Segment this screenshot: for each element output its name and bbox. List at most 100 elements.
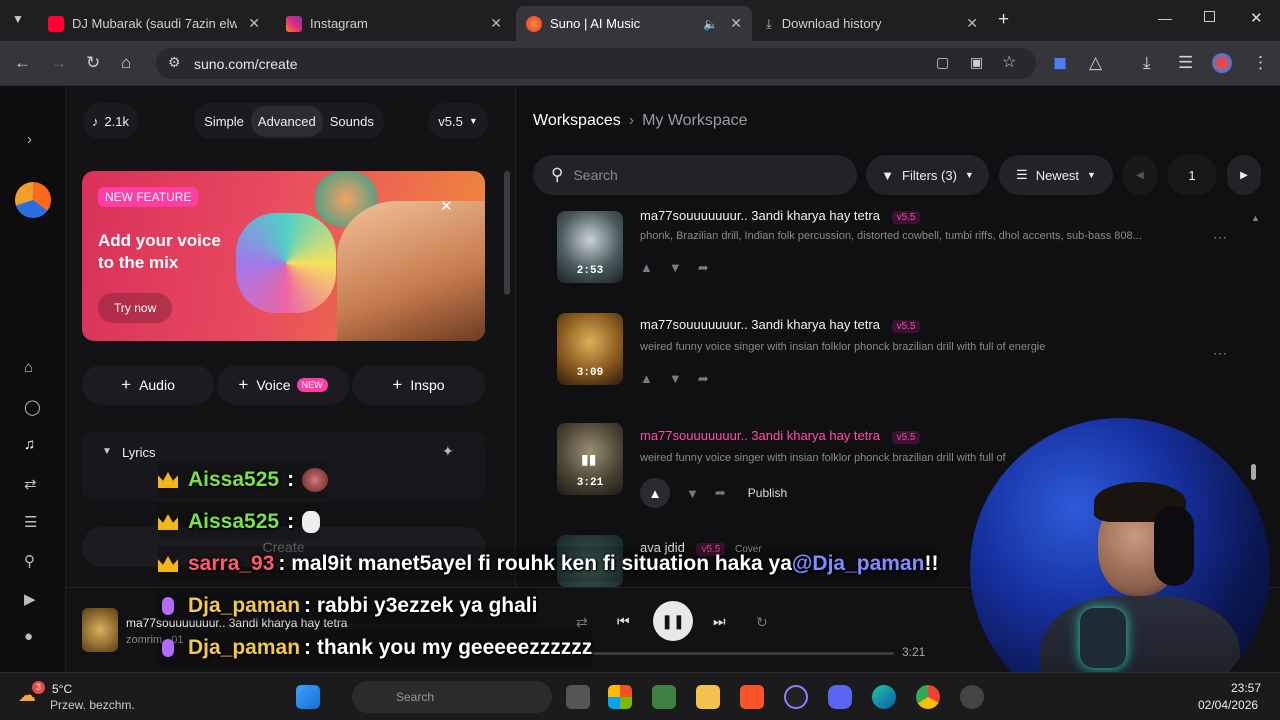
- expand-sidebar-icon[interactable]: ›: [27, 131, 32, 148]
- mode-advanced[interactable]: Advanced: [250, 105, 323, 137]
- credits-pill[interactable]: ♪ 2.1k: [83, 103, 138, 139]
- home-icon[interactable]: ⌂: [24, 359, 33, 376]
- chrome-icon[interactable]: [916, 685, 940, 709]
- tab-instagram[interactable]: Instagram ✕: [276, 6, 512, 41]
- close-icon[interactable]: ✕: [440, 197, 453, 215]
- clock-date[interactable]: 02/04/2026: [1198, 698, 1258, 712]
- song-row[interactable]: 3:09 ma77souuuuuuur.. 3andi kharya hay t…: [557, 313, 1257, 403]
- previous-icon[interactable]: ⏮: [617, 613, 630, 630]
- sort-button[interactable]: ☰ Newest ▼: [999, 155, 1113, 195]
- edge-icon[interactable]: [872, 685, 896, 709]
- workspace-scrollbar[interactable]: [1251, 464, 1256, 480]
- more-options-icon[interactable]: ⋯: [1213, 345, 1227, 362]
- song-cover[interactable]: 3:09: [557, 313, 623, 385]
- tab-suno[interactable]: Suno | AI Music 🔈 ✕: [516, 6, 752, 41]
- add-voice-button[interactable]: + Voice NEW: [217, 365, 349, 405]
- close-icon[interactable]: ✕: [490, 15, 502, 32]
- widgets-icon[interactable]: [608, 685, 632, 709]
- breadcrumb-workspaces[interactable]: Workspaces: [533, 112, 621, 130]
- song-title[interactable]: ma77souuuuuuur.. 3andi kharya hay tetra …: [640, 428, 921, 444]
- share-icon[interactable]: ➦: [698, 260, 709, 276]
- mode-simple[interactable]: Simple: [197, 114, 251, 129]
- publish-button[interactable]: Publish: [748, 486, 787, 500]
- song-row[interactable]: 2:53 ma77souuuuuuur.. 3andi kharya hay t…: [557, 207, 1257, 297]
- add-inspo-button[interactable]: + Inspo: [352, 365, 485, 405]
- close-icon[interactable]: ✕: [966, 15, 978, 32]
- address-bar[interactable]: ⚙ suno.com/create ▢ ▣ ☆: [156, 48, 1036, 79]
- try-now-button[interactable]: Try now: [98, 293, 173, 323]
- explore-icon[interactable]: ◯: [24, 398, 41, 416]
- like-icon[interactable]: ▲: [640, 260, 653, 276]
- pause-button[interactable]: ❚❚: [653, 601, 693, 641]
- notifications-icon[interactable]: ●: [24, 628, 33, 645]
- studio-icon[interactable]: ⇄: [24, 475, 37, 493]
- downloads-icon[interactable]: ⤓: [1143, 53, 1151, 73]
- create-icon[interactable]: ♫: [24, 436, 35, 453]
- scroll-up-icon[interactable]: ▲: [1251, 213, 1260, 223]
- repeat-icon[interactable]: ↻: [756, 614, 768, 631]
- song-cover[interactable]: 2:53: [557, 211, 623, 283]
- add-audio-button[interactable]: + Audio: [82, 365, 214, 405]
- restore-button[interactable]: [1204, 11, 1215, 22]
- library-icon[interactable]: ☰: [24, 513, 37, 531]
- close-icon[interactable]: ✕: [730, 15, 742, 32]
- version-select[interactable]: v5.5 ▼: [428, 103, 488, 139]
- discord-icon[interactable]: [828, 685, 852, 709]
- search-input[interactable]: ⚲ Search: [533, 155, 857, 195]
- progress-track[interactable]: [586, 652, 894, 655]
- dislike-icon[interactable]: ▼: [669, 260, 682, 276]
- create-panel-scrollbar[interactable]: [504, 171, 510, 295]
- share-icon[interactable]: ➦: [715, 485, 726, 501]
- more-options-icon[interactable]: ⋯: [1213, 229, 1227, 246]
- prev-page-button[interactable]: ◀: [1123, 155, 1157, 195]
- song-cover[interactable]: ▮▮ 3:21: [557, 423, 623, 495]
- new-tab-button[interactable]: +: [998, 9, 1009, 31]
- site-info-icon[interactable]: ⚙: [168, 54, 181, 71]
- brave-icon[interactable]: [740, 685, 764, 709]
- close-window-button[interactable]: ✕: [1250, 9, 1263, 27]
- tab-download-history[interactable]: ⤓ Download history ✕: [756, 6, 988, 41]
- bookmark-star-icon[interactable]: ☆: [1002, 52, 1016, 72]
- next-page-button[interactable]: ▶: [1227, 155, 1261, 195]
- like-icon[interactable]: ▲: [640, 478, 670, 508]
- next-icon[interactable]: ⏭: [713, 613, 726, 630]
- taskbar-search-box[interactable]: Search: [352, 681, 552, 713]
- profile-avatar[interactable]: [1212, 53, 1232, 73]
- media-control-icon[interactable]: ☰: [1178, 53, 1193, 73]
- suno-logo[interactable]: [15, 182, 51, 218]
- now-playing-cover[interactable]: [82, 608, 118, 652]
- tab-youtube[interactable]: DJ Mubarak (saudi 7azin elwat) ✕: [38, 6, 270, 41]
- dislike-icon[interactable]: ▼: [669, 371, 682, 387]
- clock-time[interactable]: 23:57: [1231, 681, 1261, 695]
- filters-button[interactable]: ▼ Filters (3) ▼: [866, 155, 989, 195]
- chevron-down-icon[interactable]: ▼: [102, 446, 112, 457]
- browser-menu-icon[interactable]: ⋮: [1252, 53, 1269, 73]
- camera-off-icon[interactable]: ▢: [936, 54, 949, 71]
- minimize-button[interactable]: —: [1158, 10, 1172, 26]
- reload-icon[interactable]: ↻: [86, 53, 100, 73]
- share-icon[interactable]: ➦: [698, 371, 709, 387]
- forward-icon[interactable]: →: [50, 53, 67, 73]
- speaker-icon[interactable]: 🔈: [703, 17, 718, 31]
- magic-wand-icon[interactable]: ✦: [442, 443, 454, 460]
- like-icon[interactable]: ▲: [640, 371, 653, 387]
- install-icon[interactable]: ▣: [970, 54, 983, 71]
- dislike-icon[interactable]: ▼: [686, 486, 699, 501]
- hooks-icon[interactable]: ▶: [24, 590, 36, 608]
- calculator-icon[interactable]: [652, 685, 676, 709]
- weather-widget[interactable]: ☁ 3 5°C Przew. bezchm.: [16, 679, 166, 715]
- extension-shield-icon[interactable]: ◼: [1053, 53, 1067, 73]
- home-icon[interactable]: ⌂: [121, 53, 131, 73]
- obs-icon[interactable]: [784, 685, 808, 709]
- task-view-icon[interactable]: [566, 685, 590, 709]
- app-icon[interactable]: [960, 685, 984, 709]
- extensions-puzzle-icon[interactable]: △: [1089, 53, 1102, 73]
- tab-search-chevron-icon[interactable]: ▼: [12, 12, 24, 26]
- mode-sounds[interactable]: Sounds: [323, 114, 381, 129]
- song-title[interactable]: ma77souuuuuuur.. 3andi kharya hay tetra …: [640, 317, 921, 333]
- search-icon[interactable]: ⚲: [24, 552, 35, 570]
- shuffle-icon[interactable]: ⇄: [576, 614, 588, 631]
- start-icon[interactable]: [296, 685, 320, 709]
- back-icon[interactable]: ←: [14, 53, 31, 73]
- promo-banner[interactable]: NEW FEATURE Add your voice to the mix Tr…: [82, 171, 485, 341]
